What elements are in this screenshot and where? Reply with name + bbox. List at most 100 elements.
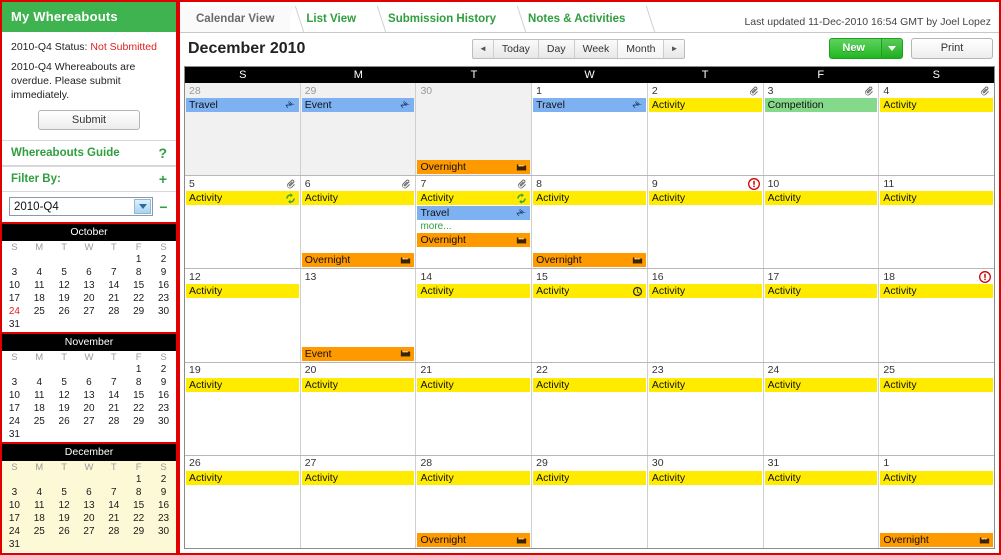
calendar-day-cell[interactable]: 28 Travel <box>185 83 301 176</box>
mini-day-cell[interactable]: 21 <box>101 292 126 305</box>
mini-day-cell[interactable]: 20 <box>77 402 102 415</box>
mini-day-cell[interactable]: 19 <box>52 292 77 305</box>
mini-day-cell[interactable]: 30 <box>151 525 176 538</box>
calendar-day-cell[interactable]: 15 Activity <box>532 269 648 362</box>
plus-icon[interactable]: + <box>159 171 167 187</box>
mini-day-cell[interactable]: 27 <box>77 305 102 318</box>
event-chip-activity[interactable]: Activity <box>648 377 762 392</box>
event-chip-activity[interactable]: Activity <box>648 191 762 206</box>
mini-day-cell[interactable]: 6 <box>77 266 102 279</box>
mini-day-cell[interactable]: 19 <box>52 512 77 525</box>
mini-day-cell[interactable]: 22 <box>126 402 151 415</box>
calendar-day-cell[interactable]: 8 Activity Overnight <box>532 176 648 269</box>
mini-day-cell[interactable]: 25 <box>27 415 52 428</box>
event-chip-activity[interactable]: Activity <box>301 191 415 206</box>
calendar-day-cell[interactable]: 30 Overnight <box>416 83 533 176</box>
mini-day-cell[interactable]: 11 <box>27 279 52 292</box>
mini-day-cell[interactable]: 20 <box>77 512 102 525</box>
mini-day-cell[interactable]: 7 <box>101 376 126 389</box>
mini-day-cell[interactable]: 17 <box>2 292 27 305</box>
event-chip-activity[interactable]: Activity <box>533 377 646 392</box>
mini-day-cell[interactable]: 18 <box>27 292 52 305</box>
mini-day-cell[interactable]: 15 <box>126 499 151 512</box>
calendar-day-cell[interactable]: 9 Activity <box>647 176 764 269</box>
mini-day-cell[interactable]: 17 <box>2 512 27 525</box>
mini-day-cell[interactable]: 13 <box>77 389 102 402</box>
mini-day-cell[interactable]: 1 <box>126 363 151 376</box>
event-chip-activity[interactable]: Activity <box>533 284 646 299</box>
more-events-link[interactable]: more... <box>416 221 531 233</box>
mini-day-cell[interactable]: 4 <box>27 486 52 499</box>
mini-day-cell[interactable]: 26 <box>52 525 77 538</box>
calendar-day-cell[interactable]: 17 Activity <box>763 269 880 362</box>
event-chip-overnight[interactable]: Overnight <box>301 253 415 268</box>
event-chip-activity[interactable]: Activity <box>186 470 299 485</box>
event-chip-activity[interactable]: Activity <box>648 284 762 299</box>
mini-day-cell[interactable]: 15 <box>126 279 151 292</box>
calendar-day-cell[interactable]: 14 Activity <box>416 269 533 362</box>
mini-day-cell[interactable]: 12 <box>52 279 77 292</box>
event-chip-activity[interactable]: Activity <box>533 470 646 485</box>
event-chip-overnight[interactable]: Overnight <box>533 253 646 268</box>
event-chip-activity[interactable]: Activity <box>880 191 994 206</box>
prev-month-button[interactable]: ◄ <box>473 39 494 58</box>
mini-day-cell[interactable]: 23 <box>151 512 176 525</box>
mini-day-cell[interactable]: 21 <box>101 402 126 415</box>
mini-day-cell[interactable]: 4 <box>27 266 52 279</box>
mini-day-cell[interactable]: 18 <box>27 402 52 415</box>
event-chip-overnight[interactable]: Overnight <box>417 160 531 175</box>
mini-day-cell[interactable]: 5 <box>52 266 77 279</box>
calendar-day-cell[interactable]: 26 Activity <box>185 455 301 549</box>
calendar-day-cell[interactable]: 5 Activity <box>185 176 301 269</box>
mini-day-cell[interactable]: 2 <box>151 473 176 486</box>
calendar-day-cell[interactable]: 12 Activity <box>185 269 301 362</box>
mini-day-cell[interactable]: 14 <box>101 279 126 292</box>
event-chip-activity[interactable]: Activity <box>880 470 994 485</box>
mini-day-cell[interactable]: 3 <box>2 266 27 279</box>
mini-day-cell[interactable]: 28 <box>101 525 126 538</box>
event-chip-overnight[interactable]: Overnight <box>417 533 531 548</box>
mini-day-cell[interactable]: 20 <box>77 292 102 305</box>
event-chip-activity[interactable]: Activity <box>880 98 994 112</box>
event-chip-overnight[interactable]: Overnight <box>880 533 994 548</box>
calendar-day-cell[interactable]: 18 Activity <box>879 269 995 362</box>
event-chip-activity[interactable]: Activity <box>764 377 878 392</box>
new-dropdown-arrow-icon[interactable] <box>881 39 902 58</box>
mini-day-cell[interactable]: 12 <box>52 389 77 402</box>
mini-day-cell[interactable]: 31 <box>2 428 27 441</box>
event-chip-activity[interactable]: Activity <box>301 470 415 485</box>
mini-day-cell[interactable]: 26 <box>52 305 77 318</box>
mini-day-cell[interactable]: 26 <box>52 415 77 428</box>
mini-day-cell[interactable]: 22 <box>126 292 151 305</box>
mini-day-cell[interactable]: 9 <box>151 266 176 279</box>
mini-day-cell[interactable]: 23 <box>151 292 176 305</box>
mini-day-cell[interactable]: 28 <box>101 305 126 318</box>
calendar-day-cell[interactable]: 10 Activity <box>763 176 880 269</box>
mini-day-cell[interactable]: 16 <box>151 279 176 292</box>
filter-select[interactable]: 2010-Q4 <box>9 197 153 216</box>
print-button[interactable]: Print <box>911 38 993 59</box>
event-chip-activity[interactable]: Activity <box>880 377 994 392</box>
mini-day-cell[interactable]: 25 <box>27 305 52 318</box>
calendar-day-cell[interactable]: 24 Activity <box>763 362 880 455</box>
mini-day-cell[interactable]: 30 <box>151 305 176 318</box>
calendar-day-cell[interactable]: 7 Activity Travel more... Overnight <box>416 176 533 269</box>
mini-day-cell[interactable]: 6 <box>77 486 102 499</box>
calendar-day-cell[interactable]: 30 Activity <box>647 455 764 549</box>
event-chip-travel[interactable]: Event <box>301 98 415 112</box>
mini-day-cell[interactable]: 5 <box>52 376 77 389</box>
calendar-day-cell[interactable]: 2 Activity <box>647 83 764 176</box>
submit-button[interactable]: Submit <box>38 110 140 130</box>
event-chip-activity[interactable]: Activity <box>764 191 878 206</box>
tab-submission-history[interactable]: Submission History <box>372 6 527 32</box>
mini-day-cell[interactable]: 10 <box>2 279 27 292</box>
mini-day-cell[interactable]: 30 <box>151 415 176 428</box>
view-month-button[interactable]: Month <box>618 39 665 58</box>
mini-day-cell[interactable]: 29 <box>126 525 151 538</box>
event-chip-activity[interactable]: Activity <box>533 191 646 206</box>
mini-day-cell[interactable]: 9 <box>151 486 176 499</box>
event-chip-travel[interactable]: Travel <box>533 98 646 112</box>
event-chip-overnight[interactable]: Overnight <box>417 233 531 248</box>
mini-day-cell[interactable]: 24 <box>2 525 27 538</box>
calendar-day-cell[interactable]: 29 Activity <box>532 455 648 549</box>
